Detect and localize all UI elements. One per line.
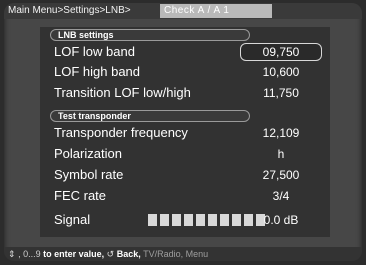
section-header-test-transponder: Test transponder [50, 110, 250, 122]
field-lof-low-band[interactable]: 09,750 [240, 43, 322, 61]
label-transition-lof[interactable]: Transition LOF low/high [54, 85, 191, 101]
help-enter-value: to enter value, [43, 249, 105, 259]
signal-segment [208, 214, 217, 226]
label-polarization[interactable]: Polarization [54, 146, 122, 162]
breadcrumb-path: Main Menu>Settings>LNB> [8, 5, 131, 16]
breadcrumb-current: Check A / A 1 [160, 4, 272, 18]
field-fec-rate[interactable]: 3/4 [240, 188, 322, 204]
signal-segment [184, 214, 193, 226]
breadcrumb: Main Menu>Settings>LNB> Check A / A 1 [4, 3, 362, 19]
up-down-arrows-icon: ⇕ [8, 249, 16, 259]
signal-segment [172, 214, 181, 226]
section-header-lnb: LNB settings [50, 29, 250, 41]
signal-segment [148, 214, 157, 226]
help-back: Back, [116, 249, 141, 259]
field-lof-high-band[interactable]: 10,600 [240, 64, 322, 80]
field-polarization[interactable]: h [240, 146, 322, 162]
label-transponder-frequency[interactable]: Transponder frequency [54, 125, 188, 141]
signal-label: Signal [54, 212, 91, 227]
help-tvradio: TV/Radio, [143, 249, 184, 259]
signal-segment [220, 214, 229, 226]
signal-segment [160, 214, 169, 226]
settings-panel: LNB settings LOF low band 09,750 LOF hig… [40, 27, 330, 237]
help-digits: , 0...9 [18, 249, 41, 259]
label-lof-low-band[interactable]: LOF low band [54, 44, 135, 60]
back-arrow-icon: ↺ [106, 249, 115, 259]
label-lof-high-band[interactable]: LOF high band [54, 64, 140, 80]
field-symbol-rate[interactable]: 27,500 [240, 167, 322, 183]
field-transition-lof[interactable]: 11,750 [240, 85, 322, 101]
osd-screen: Main Menu>Settings>LNB> Check A / A 1 LN… [4, 3, 362, 261]
label-symbol-rate[interactable]: Symbol rate [54, 167, 123, 183]
help-menu: Menu [185, 249, 209, 259]
signal-segment [196, 214, 205, 226]
help-bar: ⇕ , 0...9 to enter value, ↺ Back, TV/Rad… [4, 247, 362, 261]
signal-value: 0.0 dB [263, 213, 299, 227]
field-transponder-frequency[interactable]: 12,109 [240, 125, 322, 141]
label-fec-rate[interactable]: FEC rate [54, 188, 106, 204]
